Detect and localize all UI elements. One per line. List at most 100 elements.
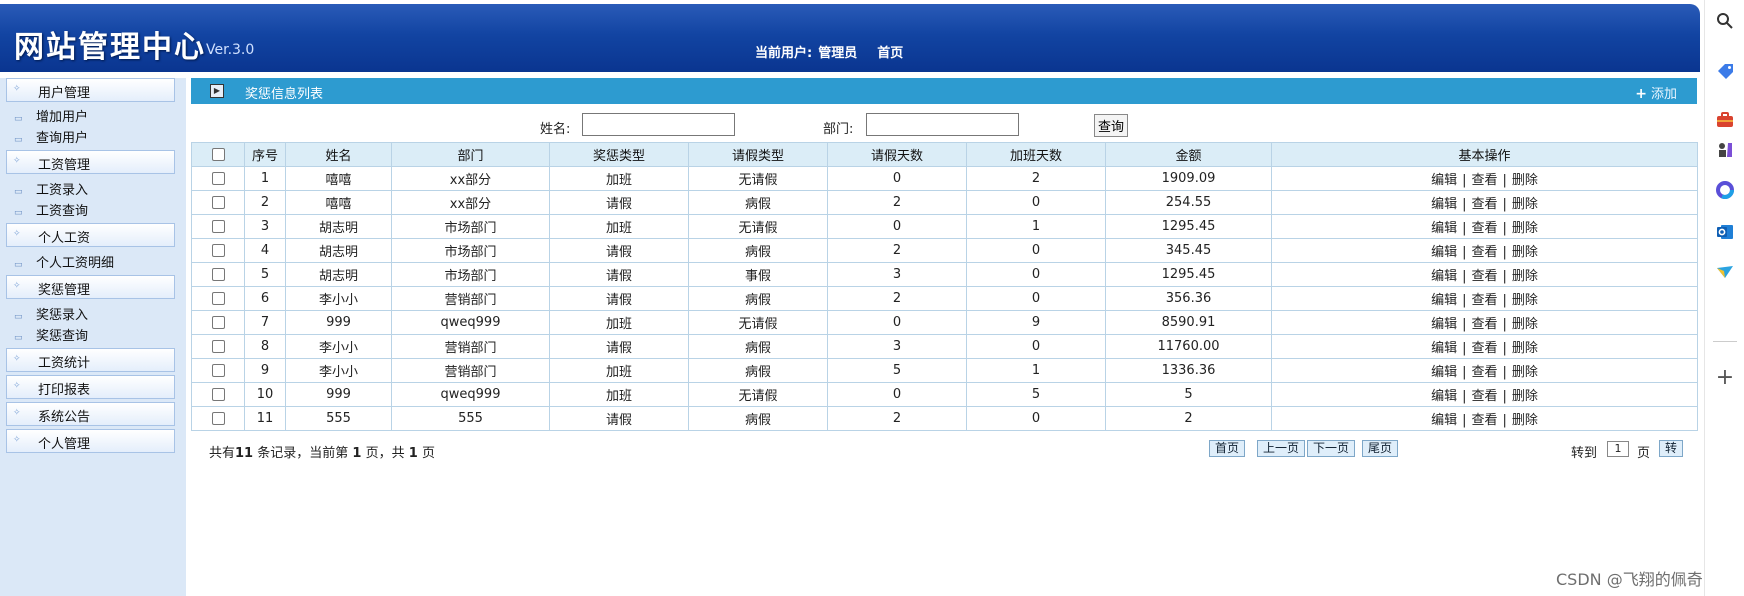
search-icon[interactable] [1713,12,1737,36]
menu-item-query-user[interactable]: ▭ 查询用户 [14,127,88,147]
chess-icon[interactable] [1713,140,1737,164]
view-link[interactable]: 查看 [1471,269,1497,284]
next-page-button[interactable]: 下一页 [1307,440,1356,457]
menu-item-icon: ▭ [14,135,23,145]
row-checkbox[interactable] [211,340,225,353]
view-link[interactable]: 查看 [1471,221,1497,236]
row-checkbox[interactable] [211,412,225,425]
delete-link[interactable]: 删除 [1512,317,1538,332]
row-checkbox[interactable] [211,388,225,401]
row-ot-days: 0 [966,238,1106,263]
delete-link[interactable]: 删除 [1512,221,1538,236]
edit-link[interactable]: 编辑 [1431,245,1457,260]
edit-link[interactable]: 编辑 [1431,317,1457,332]
view-link[interactable]: 查看 [1471,317,1497,332]
row-checkbox[interactable] [211,196,225,209]
delete-link[interactable]: 删除 [1512,293,1538,308]
row-ops: 编辑 | 查看 | 删除 [1271,286,1698,311]
edit-link[interactable]: 编辑 [1431,173,1457,188]
row-checkbox[interactable] [211,220,225,233]
menu-group-salary-stats[interactable]: ✧ 工资统计 [6,348,175,372]
table-row: 5 胡志明 市场部门 请假 事假 3 0 1295.45 编辑 | 查看 | 删除 [191,262,1698,287]
menu-group-system-notice[interactable]: ✧ 系统公告 [6,402,175,426]
send-icon[interactable] [1713,262,1737,286]
menu-item-reward-entry[interactable]: ▭ 奖惩录入 [14,304,88,324]
edit-link[interactable]: 编辑 [1431,389,1457,404]
row-amount: 1909.09 [1105,166,1272,191]
menu-item-salary-query[interactable]: ▭ 工资查询 [14,200,88,220]
edit-link[interactable]: 编辑 [1431,269,1457,284]
row-amount: 254.55 [1105,190,1272,215]
delete-link[interactable]: 删除 [1512,341,1538,356]
menu-item-add-user[interactable]: ▭ 增加用户 [14,106,88,126]
view-link[interactable]: 查看 [1471,389,1497,404]
col-header-name: 姓名 [285,142,392,167]
row-checkbox[interactable] [211,292,225,305]
row-select-cell [191,238,245,263]
op-separator: | [1502,173,1507,188]
row-checkbox[interactable] [211,244,225,257]
row-amount: 345.45 [1105,238,1272,263]
menu-group-reward-punish[interactable]: ✧ 奖惩管理 [6,275,175,299]
edit-link[interactable]: 编辑 [1431,413,1457,428]
delete-link[interactable]: 删除 [1512,197,1538,212]
select-all-checkbox[interactable] [211,148,225,161]
top-header: 网站管理中心 Ver.3.0 当前用户: 管理员 首页 [0,4,1700,72]
delete-link[interactable]: 删除 [1512,389,1538,404]
row-dept: 555 [391,406,550,431]
edit-link[interactable]: 编辑 [1431,341,1457,356]
copilot-icon[interactable] [1713,180,1737,204]
row-dept: 营销部门 [391,334,550,359]
view-link[interactable]: 查看 [1471,293,1497,308]
row-checkbox[interactable] [211,268,225,281]
plus-icon[interactable]: + [1713,366,1737,390]
go-button[interactable]: 转 [1659,440,1684,457]
last-page-button[interactable]: 尾页 [1362,440,1399,457]
home-link[interactable]: 首页 [877,46,903,61]
delete-link[interactable]: 删除 [1512,245,1538,260]
view-link[interactable]: 查看 [1471,173,1497,188]
row-checkbox[interactable] [211,172,225,185]
menu-item-personal-salary-detail[interactable]: ▭ 个人工资明细 [14,252,114,272]
edit-link[interactable]: 编辑 [1431,197,1457,212]
panel-toggle-icon[interactable]: ▶ [210,84,224,98]
view-link[interactable]: 查看 [1471,245,1497,260]
view-link[interactable]: 查看 [1471,341,1497,356]
site-logo: 网站管理中心 [14,30,206,65]
briefcase-icon[interactable] [1713,110,1737,134]
row-checkbox[interactable] [211,364,225,377]
delete-link[interactable]: 删除 [1512,365,1538,380]
row-ops: 编辑 | 查看 | 删除 [1271,262,1698,287]
goto-page-input[interactable]: 1 [1607,441,1629,457]
menu-group-personal-salary[interactable]: ✧ 个人工资 [6,223,175,247]
outlook-icon[interactable] [1713,222,1737,246]
prev-page-button[interactable]: 上一页 [1257,440,1306,457]
main-content: ▶ 奖惩信息列表 + 添加 姓名: 部门: 查询 序号 姓名 部门 奖惩类型 请假… [191,78,1698,596]
name-input[interactable] [582,113,735,136]
menu-group-print-report[interactable]: ✧ 打印报表 [6,375,175,399]
first-page-button[interactable]: 首页 [1209,440,1246,457]
menu-item-reward-query[interactable]: ▭ 奖惩查询 [14,325,88,345]
edit-link[interactable]: 编辑 [1431,365,1457,380]
menu-group-user[interactable]: ✧ 用户管理 [6,78,175,102]
view-link[interactable]: 查看 [1471,197,1497,212]
delete-link[interactable]: 删除 [1512,173,1538,188]
row-dept: 营销部门 [391,358,550,383]
menu-group-label: 个人管理 [38,437,91,452]
menu-group-personal-manage[interactable]: ✧ 个人管理 [6,429,175,453]
add-button[interactable]: + 添加 [1635,83,1677,102]
row-select-cell [191,166,245,191]
menu-item-salary-entry[interactable]: ▭ 工资录入 [14,179,88,199]
query-button[interactable]: 查询 [1094,114,1128,137]
menu-group-salary[interactable]: ✧ 工资管理 [6,150,175,174]
delete-link[interactable]: 删除 [1512,269,1538,284]
dept-input[interactable] [866,113,1019,136]
row-name: 胡志明 [285,262,392,287]
edit-link[interactable]: 编辑 [1431,221,1457,236]
delete-link[interactable]: 删除 [1512,413,1538,428]
edit-link[interactable]: 编辑 [1431,293,1457,308]
view-link[interactable]: 查看 [1471,365,1497,380]
tag-icon[interactable] [1713,62,1737,86]
row-checkbox[interactable] [211,316,225,329]
view-link[interactable]: 查看 [1471,413,1497,428]
